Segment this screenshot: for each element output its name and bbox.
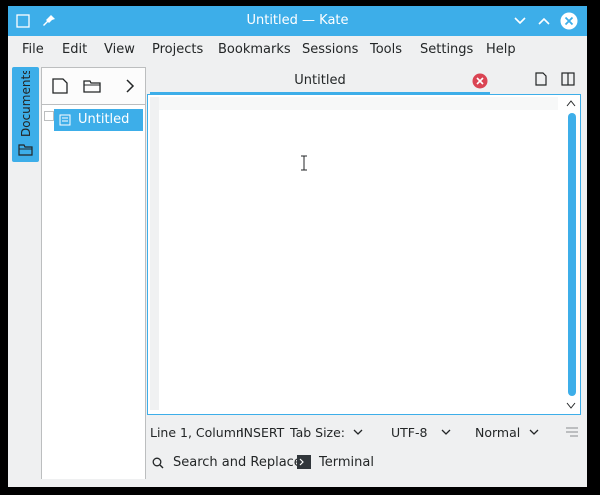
menu-help[interactable]: Help xyxy=(486,42,516,57)
search-replace-button[interactable]: Search and Replace xyxy=(173,455,302,470)
menu-settings[interactable]: Settings xyxy=(420,42,473,57)
documents-sidebar-button[interactable]: Documents xyxy=(12,67,39,162)
tree-expander xyxy=(44,111,54,121)
scroll-up-icon[interactable] xyxy=(566,99,576,107)
list-item-label: Untitled xyxy=(78,112,130,127)
tab-label: Untitled xyxy=(294,73,346,88)
title-bar[interactable]: Untitled — Kate xyxy=(8,6,587,36)
folder-icon xyxy=(18,143,33,156)
menu-sessions[interactable]: Sessions xyxy=(302,42,358,57)
search-icon xyxy=(152,457,164,469)
chevron-down-icon[interactable] xyxy=(353,429,363,436)
open-folder-icon[interactable] xyxy=(82,76,102,96)
tab-size-dropdown[interactable]: Tab Size: 4 xyxy=(290,425,346,440)
terminal-icon xyxy=(297,455,311,469)
chevron-down-icon[interactable] xyxy=(441,429,451,436)
document-list: Untitled xyxy=(42,104,145,479)
documents-label-text: Documents xyxy=(19,71,33,137)
menu-bookmarks[interactable]: Bookmarks xyxy=(218,42,291,57)
ibeam-cursor-icon xyxy=(300,155,308,171)
chevron-right-icon[interactable] xyxy=(120,76,140,96)
new-document-icon[interactable] xyxy=(50,76,70,96)
menu-projects[interactable]: Projects xyxy=(152,42,203,57)
menu-bar: File Edit View Projects Bookmarks Sessio… xyxy=(8,36,587,64)
menu-edit[interactable]: Edit xyxy=(62,42,87,57)
input-mode[interactable]: INSERT xyxy=(240,425,284,440)
mode-dropdown[interactable]: Normal xyxy=(475,425,520,440)
cursor-position[interactable]: Line 1, Column xyxy=(150,425,244,440)
close-window-icon[interactable] xyxy=(560,12,578,30)
maximize-icon[interactable] xyxy=(537,14,551,28)
menu-view[interactable]: View xyxy=(104,42,135,57)
documents-label: Documents xyxy=(18,71,34,141)
status-bar: Line 1, Column INSERT Tab Size: 4 UTF-8 … xyxy=(147,420,587,444)
tool-view-bar: Search and Replace Terminal xyxy=(147,451,587,475)
chevron-down-icon[interactable] xyxy=(529,429,539,436)
list-item[interactable]: Untitled xyxy=(54,109,143,131)
document-panel: Untitled xyxy=(41,67,146,479)
menu-tools[interactable]: Tools xyxy=(370,42,402,57)
menu-file[interactable]: File xyxy=(22,42,44,57)
scrollbar-handle[interactable] xyxy=(568,113,576,396)
window-title: Untitled — Kate xyxy=(246,13,349,28)
tab-untitled[interactable]: Untitled xyxy=(148,67,492,95)
terminal-button[interactable]: Terminal xyxy=(319,455,374,470)
editor-area[interactable] xyxy=(147,94,581,415)
encoding-dropdown[interactable]: UTF-8 xyxy=(391,425,427,440)
document-icon xyxy=(59,114,71,126)
word-wrap-icon[interactable] xyxy=(565,426,579,438)
scroll-down-icon[interactable] xyxy=(566,402,576,410)
kate-window: Untitled — Kate File Edit View Projects … xyxy=(8,6,587,487)
close-tab-icon[interactable] xyxy=(472,73,488,89)
editor-gutter xyxy=(150,97,159,410)
current-line-highlight xyxy=(159,97,558,110)
split-view-icon[interactable] xyxy=(561,72,575,86)
new-view-icon[interactable] xyxy=(534,72,548,86)
minimize-icon[interactable] xyxy=(513,14,527,28)
